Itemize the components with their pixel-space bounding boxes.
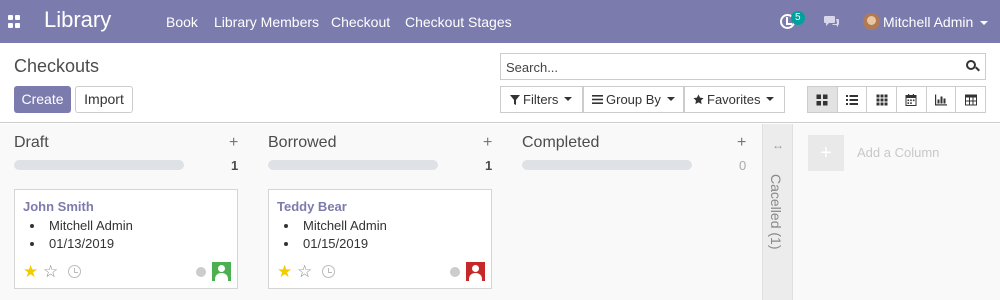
- status-dot-icon[interactable]: [196, 267, 206, 277]
- menu-checkout-stages[interactable]: Checkout Stages: [405, 14, 512, 30]
- activity-clock-icon[interactable]: [322, 265, 335, 278]
- star-filled-icon[interactable]: ★: [23, 263, 38, 280]
- apps-menu-icon[interactable]: [8, 15, 21, 28]
- chevron-down-icon: [564, 96, 573, 101]
- user-name: Mitchell Admin: [883, 14, 974, 30]
- kanban-icon: [816, 94, 828, 105]
- app-brand[interactable]: Library: [44, 7, 111, 33]
- card-title: John Smith: [23, 199, 94, 214]
- list-view-button[interactable]: [838, 87, 868, 112]
- expand-arrows-icon: ↔: [772, 138, 784, 152]
- kanban-card[interactable]: Teddy Bear Mitchell Admin 01/15/2019 ★ ☆: [268, 189, 492, 289]
- graph-icon: [935, 94, 948, 105]
- folded-column-title: Cacelled (1): [768, 174, 784, 250]
- search-input[interactable]: [506, 57, 956, 77]
- star-empty-icon[interactable]: ☆: [43, 263, 58, 280]
- list-bars-icon: [592, 95, 603, 105]
- star-empty-icon[interactable]: ☆: [297, 263, 312, 280]
- create-button[interactable]: Create: [14, 86, 71, 113]
- favorites-dropdown[interactable]: Favorites: [684, 86, 785, 113]
- calendar-icon: [905, 93, 917, 106]
- groupby-label: Group By: [606, 92, 661, 107]
- card-details: Mitchell Admin 01/15/2019: [299, 217, 387, 253]
- filter-icon: [510, 94, 520, 105]
- menu-library-members[interactable]: Library Members: [214, 14, 319, 30]
- chevron-down-icon: [666, 96, 675, 101]
- graph-view-button[interactable]: [927, 87, 957, 112]
- folded-column-cancelled[interactable]: ↔ Cacelled (1): [762, 124, 793, 300]
- status-dot-icon[interactable]: [450, 267, 460, 277]
- add-card-icon[interactable]: +: [229, 134, 238, 152]
- column-count: 1: [231, 158, 239, 173]
- card-user: Mitchell Admin: [299, 217, 387, 235]
- search-bar: [500, 53, 986, 80]
- kanban-card[interactable]: John Smith Mitchell Admin 01/13/2019 ★ ☆: [14, 189, 238, 289]
- control-panel: Checkouts Create Import Filters Group By…: [0, 43, 1000, 123]
- card-date: 01/13/2019: [45, 235, 133, 253]
- column-progress-bar: [14, 160, 184, 170]
- column-progress-bar: [268, 160, 438, 170]
- menu-checkout[interactable]: Checkout: [331, 14, 390, 30]
- assignee-avatar: [212, 262, 231, 281]
- activity-clock-icon[interactable]: [68, 265, 81, 278]
- column-title-draft: Draft: [14, 134, 49, 151]
- star-icon: [693, 94, 704, 105]
- filters-label: Filters: [523, 92, 559, 107]
- filters-dropdown[interactable]: Filters: [500, 86, 583, 113]
- grid-view-button[interactable]: [867, 87, 898, 112]
- favorites-label: Favorites: [707, 92, 761, 107]
- add-card-icon[interactable]: +: [737, 134, 746, 152]
- import-button[interactable]: Import: [75, 86, 133, 113]
- column-count: 0: [739, 158, 747, 173]
- kanban-board: Draft + 1 John Smith Mitchell Admin 01/1…: [0, 124, 1000, 300]
- chat-icon[interactable]: [824, 14, 840, 28]
- column-progress-bar: [522, 160, 692, 170]
- card-details: Mitchell Admin 01/13/2019: [45, 217, 133, 253]
- page-title: Checkouts: [14, 56, 100, 76]
- star-filled-icon[interactable]: ★: [277, 263, 292, 280]
- assignee-avatar: [466, 262, 485, 281]
- activity-count-badge: 5: [791, 11, 805, 25]
- grid-icon: [876, 94, 888, 105]
- top-navbar: Library Book Library Members Checkout Ch…: [0, 0, 1000, 43]
- column-title-borrowed: Borrowed: [268, 134, 337, 151]
- card-title: Teddy Bear: [277, 199, 347, 214]
- column-title-completed: Completed: [522, 134, 600, 151]
- add-card-icon[interactable]: +: [483, 134, 492, 152]
- card-date: 01/15/2019: [299, 235, 387, 253]
- kanban-view-button[interactable]: [808, 87, 838, 112]
- view-switcher: [807, 86, 986, 113]
- pivot-icon: [964, 94, 977, 105]
- groupby-dropdown[interactable]: Group By: [583, 86, 684, 113]
- add-column-label[interactable]: Add a Column: [857, 145, 939, 160]
- add-column-button[interactable]: +: [808, 135, 844, 171]
- column-count: 1: [485, 158, 493, 173]
- pivot-view-button[interactable]: [956, 87, 985, 112]
- chevron-down-icon: [980, 21, 988, 25]
- menu-book[interactable]: Book: [166, 14, 198, 30]
- user-avatar: [863, 13, 880, 30]
- list-icon: [846, 94, 858, 105]
- chevron-down-icon: [766, 96, 775, 101]
- search-icon[interactable]: [966, 60, 980, 73]
- card-user: Mitchell Admin: [45, 217, 133, 235]
- calendar-view-button[interactable]: [897, 87, 927, 112]
